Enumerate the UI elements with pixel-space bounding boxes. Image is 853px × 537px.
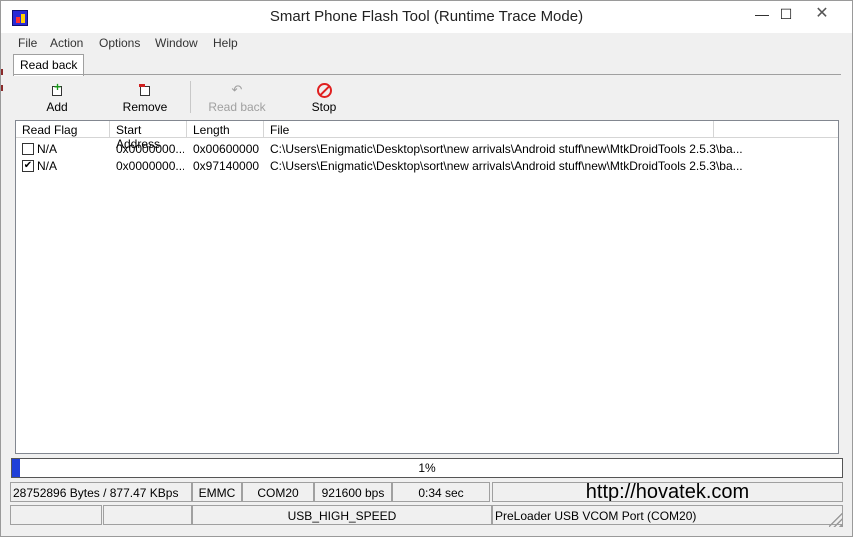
status-port: COM20 (242, 482, 314, 502)
status-bytes: 28752896 Bytes / 877.47 KBps (10, 482, 192, 502)
add-button-label: Add (46, 100, 68, 114)
edge-mark (1, 69, 3, 75)
tab-read-back[interactable]: Read back (13, 54, 85, 76)
menu-window[interactable]: Window (155, 36, 198, 50)
tab-strip: Read back (1, 53, 852, 76)
start-address-value: 0x0000000... (116, 159, 184, 173)
start-address-value: 0x0000000... (116, 142, 184, 156)
close-button[interactable]: ✕ (797, 1, 847, 29)
read-flag-checkbox[interactable] (22, 143, 34, 155)
column-length[interactable]: Length (187, 121, 264, 138)
tab-divider (13, 74, 841, 75)
window-title: Smart Phone Flash Tool (Runtime Trace Mo… (269, 8, 584, 25)
menu-help[interactable]: Help (213, 36, 238, 50)
watermark-text: http://hovatek.com (492, 482, 843, 502)
menu-file[interactable]: File (18, 36, 37, 50)
toolbar: Add Remove ↶ Read back Stop (13, 77, 839, 117)
column-start-address[interactable]: Start Address (110, 121, 187, 151)
toolbar-separator (190, 81, 191, 113)
file-path-value: C:\Users\Enigmatic\Desktop\sort\new arri… (270, 159, 743, 173)
menu-options[interactable]: Options (99, 36, 140, 50)
read-back-button-label: Read back (208, 100, 266, 114)
status-blank-2 (103, 505, 192, 525)
column-file[interactable]: File (264, 121, 714, 138)
stop-button-label: Stop (311, 100, 337, 114)
title-bar[interactable]: Smart Phone Flash Tool (Runtime Trace Mo… (1, 1, 852, 33)
menu-action[interactable]: Action (50, 36, 83, 50)
list-header: Read Flag Start Address Length File (16, 121, 838, 151)
file-path-value: C:\Users\Enigmatic\Desktop\sort\new arri… (270, 142, 743, 156)
read-flag-checkbox[interactable]: ✔ (22, 160, 34, 172)
remove-button-label: Remove (122, 100, 168, 114)
edge-mark (1, 85, 3, 91)
read-back-list[interactable]: Read Flag Start Address Length File N/A … (15, 120, 839, 454)
status-device: PreLoader USB VCOM Port (COM20) (492, 505, 843, 525)
menu-bar: File Action Options Window Help (1, 33, 852, 53)
add-button[interactable]: Add (22, 77, 92, 117)
read-back-button[interactable]: ↶ Read back (202, 77, 272, 117)
status-blank-1 (10, 505, 102, 525)
remove-icon (110, 81, 180, 99)
list-item[interactable]: ✔ N/A 0x0000000... 0x97140000 C:\Users\E… (16, 158, 838, 175)
stop-button[interactable]: Stop (289, 77, 359, 117)
add-icon (22, 78, 92, 99)
progress-label: 1% (418, 461, 436, 475)
main-window: Smart Phone Flash Tool (Runtime Trace Mo… (0, 0, 853, 537)
list-item[interactable]: N/A 0x0000000... 0x00600000 C:\Users\Eni… (16, 141, 838, 158)
status-baud: 921600 bps (314, 482, 392, 502)
column-read-flag[interactable]: Read Flag (16, 121, 110, 138)
resize-grip-icon[interactable] (829, 513, 843, 527)
read-flag-value: N/A (37, 142, 58, 156)
progress-bar: 1% (11, 458, 843, 478)
undo-arrow-icon: ↶ (231, 82, 243, 97)
status-time: 0:34 sec (392, 482, 490, 502)
length-value: 0x97140000 (193, 159, 260, 173)
remove-button[interactable]: Remove (110, 77, 180, 117)
column-empty (714, 121, 838, 138)
status-usb-speed: USB_HIGH_SPEED (192, 505, 492, 525)
status-storage: EMMC (192, 482, 242, 502)
stop-icon (289, 81, 359, 99)
read-flag-value: N/A (37, 159, 58, 173)
length-value: 0x00600000 (193, 142, 260, 156)
